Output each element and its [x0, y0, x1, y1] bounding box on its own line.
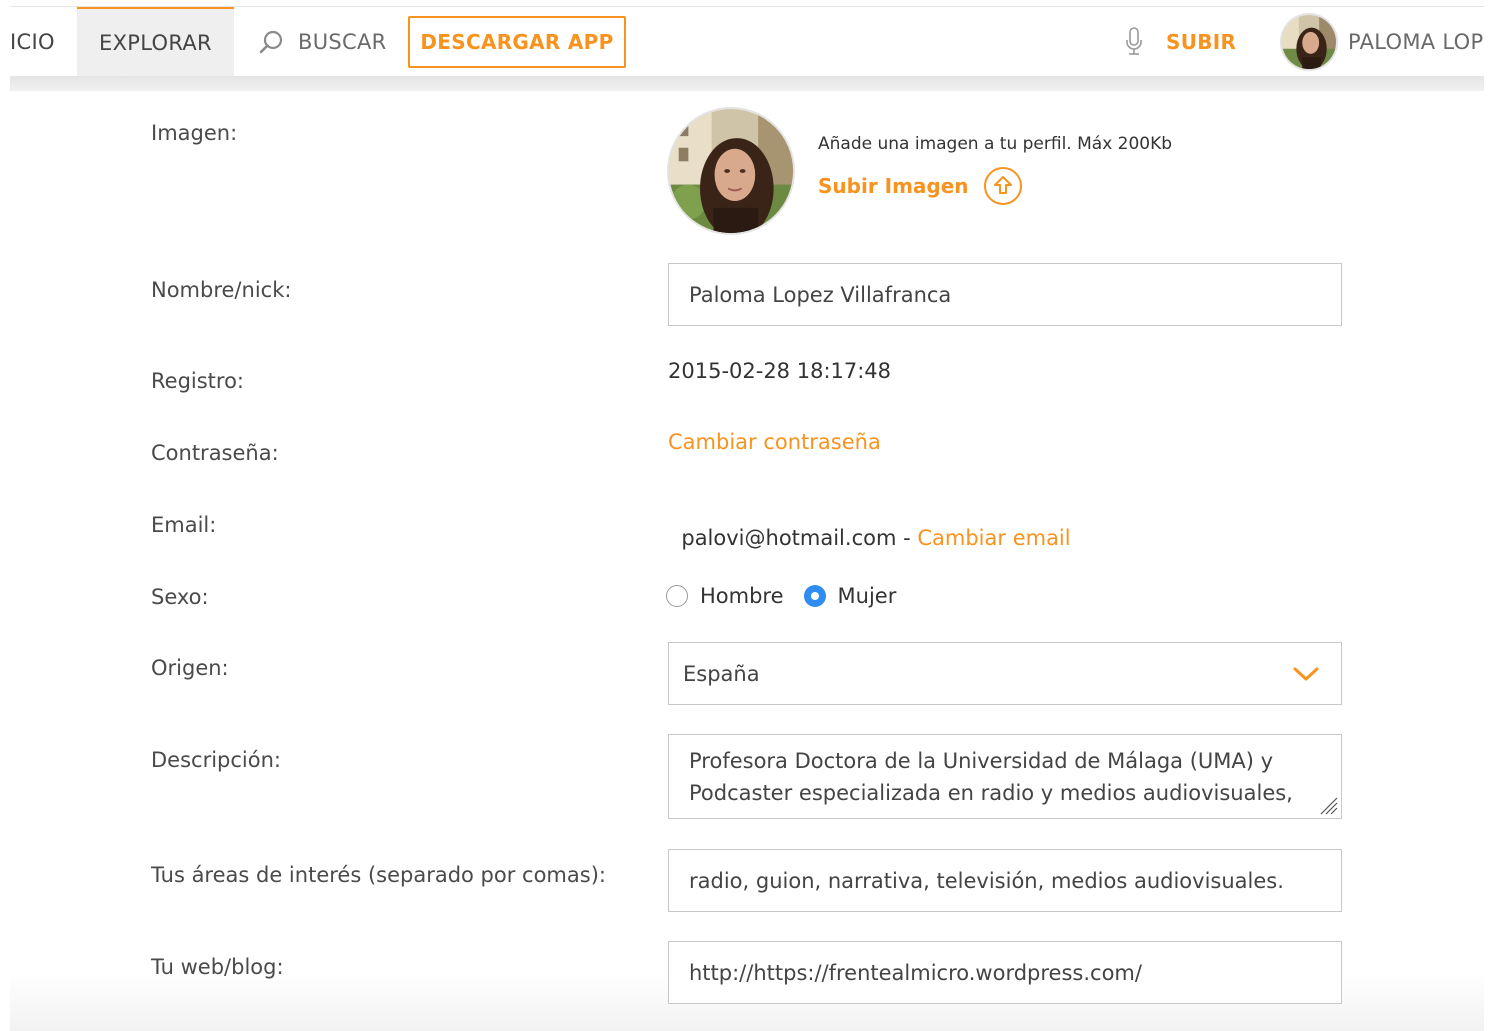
descripcion-label: Descripción:: [151, 748, 281, 772]
microphone-button[interactable]: [1122, 7, 1146, 77]
avatar: [1280, 13, 1338, 71]
intereses-input[interactable]: radio, guion, narrativa, televisión, med…: [668, 849, 1342, 912]
nav-explorar[interactable]: EXPLORAR: [77, 7, 234, 77]
nav-buscar[interactable]: BUSCAR: [258, 7, 387, 77]
download-app-button[interactable]: DESCARGAR APP: [408, 16, 626, 68]
search-icon: [259, 30, 283, 54]
registro-value: 2015-02-28 18:17:48: [668, 359, 892, 383]
upload-image-label: Subir Imagen: [818, 174, 969, 198]
nav-buscar-label: BUSCAR: [298, 30, 387, 54]
email-row: palovi@hotmail.com - Cambiar email: [668, 502, 1070, 550]
descripcion-textarea[interactable]: Profesora Doctora de la Universidad de M…: [668, 734, 1342, 819]
change-email-link[interactable]: Cambiar email: [917, 526, 1070, 550]
email-separator: -: [896, 526, 918, 550]
resize-handle-icon[interactable]: [1317, 794, 1339, 816]
radio-mujer-label: Mujer: [837, 584, 897, 608]
registro-label: Registro:: [151, 369, 245, 393]
user-name: PALOMA LOP: [1348, 30, 1484, 54]
nav-inicio[interactable]: ICIO: [10, 7, 55, 77]
name-label: Nombre/nick:: [151, 278, 292, 302]
chevron-down-icon: [1293, 667, 1319, 680]
password-label: Contraseña:: [151, 441, 279, 465]
upload-image-button[interactable]: Subir Imagen: [818, 166, 1023, 206]
change-password-link[interactable]: Cambiar contraseña: [668, 430, 881, 454]
name-input[interactable]: Paloma Lopez Villafranca: [668, 263, 1342, 326]
email-value: palovi@hotmail.com: [681, 526, 897, 550]
descripcion-value: Profesora Doctora de la Universidad de M…: [689, 749, 1293, 805]
radio-hombre-label: Hombre: [700, 584, 784, 608]
nav-subir[interactable]: SUBIR: [1166, 7, 1236, 77]
image-hint: Añade una imagen a tu perfil. Máx 200Kb: [818, 134, 1173, 154]
sexo-label: Sexo:: [151, 585, 209, 609]
origen-value: España: [683, 661, 760, 686]
intereses-label: Tus áreas de interés (separado por comas…: [151, 863, 606, 887]
web-input[interactable]: http://https://frentealmicro.wordpress.c…: [668, 941, 1342, 1004]
user-menu[interactable]: PALOMA LOP: [1280, 7, 1483, 77]
nav-shadow: [10, 76, 1484, 91]
origen-select[interactable]: España: [668, 642, 1342, 705]
origen-label: Origen:: [151, 656, 229, 680]
radio-hombre[interactable]: [666, 585, 688, 607]
sexo-radio-group: Hombre Mujer: [666, 584, 916, 608]
web-label: Tu web/blog:: [151, 955, 284, 979]
upload-arrow-icon: [983, 167, 1022, 205]
image-label: Imagen:: [151, 121, 238, 145]
email-label: Email:: [151, 513, 217, 537]
profile-avatar: [667, 107, 795, 235]
radio-mujer[interactable]: [803, 585, 826, 607]
microphone-icon: [1126, 27, 1142, 55]
top-nav-bar: ICIO EXPLORAR BUSCAR DESCARGAR APP SUBIR: [10, 6, 1484, 77]
